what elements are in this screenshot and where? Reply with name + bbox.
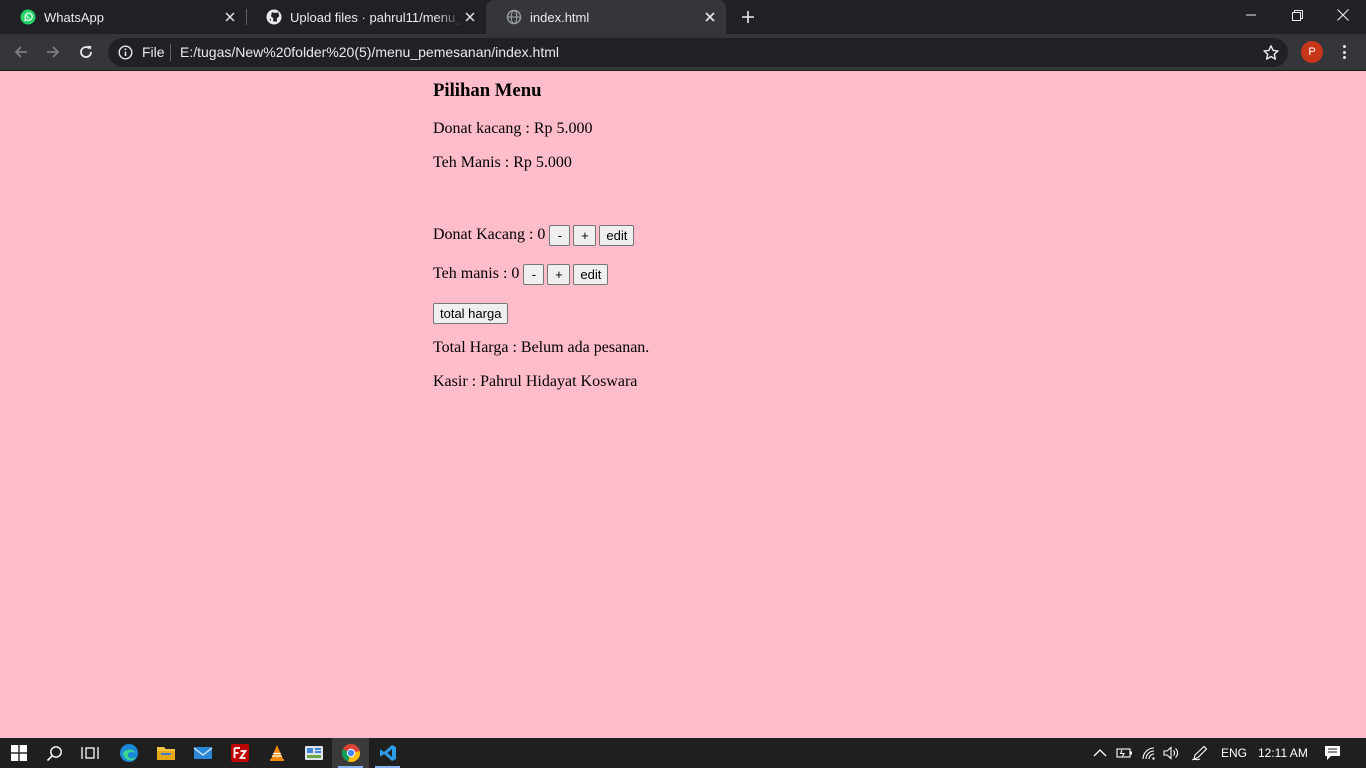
tab-title: WhatsApp bbox=[44, 9, 104, 25]
edge-icon bbox=[119, 744, 138, 762]
chrome-taskbar-button[interactable] bbox=[332, 738, 369, 768]
bookmark-star-icon[interactable] bbox=[1262, 44, 1280, 62]
scheme-label: File bbox=[142, 44, 165, 60]
increase-donat-button[interactable]: + bbox=[573, 224, 597, 246]
tab-github-upload[interactable]: Upload files · pahrul11/menu_pemesanan bbox=[246, 0, 486, 34]
tab-title: index.html bbox=[530, 9, 590, 25]
minimize-button[interactable] bbox=[1228, 0, 1274, 30]
edit-donat-button[interactable]: edit bbox=[599, 224, 635, 246]
filezilla-taskbar-button[interactable] bbox=[221, 738, 258, 768]
clock[interactable]: 12:11 AM bbox=[1258, 738, 1308, 768]
restore-icon bbox=[1291, 9, 1303, 21]
tab-title: Upload files · pahrul11/menu_pemesanan bbox=[290, 9, 462, 25]
volume-button[interactable] bbox=[1163, 738, 1179, 768]
arrow-left-icon bbox=[14, 46, 27, 58]
order-row-teh: Teh manis : 0 - + edit bbox=[433, 263, 609, 285]
new-tab-button[interactable] bbox=[738, 7, 758, 27]
speaker-icon bbox=[1163, 746, 1178, 760]
order-quantity: 0 bbox=[537, 226, 546, 243]
total-harga-text: Total Harga : Belum ada pesanan. bbox=[433, 339, 650, 356]
language-indicator[interactable]: ENG bbox=[1221, 738, 1247, 768]
menu-item-teh: Teh Manis : Rp 5.000 bbox=[433, 154, 572, 171]
total-button-row: total harga bbox=[433, 302, 509, 324]
page-title: Pilihan Menu bbox=[433, 80, 542, 101]
cashier-text: Kasir : Pahrul Hidayat Koswara bbox=[433, 373, 638, 390]
file-explorer-taskbar-button[interactable] bbox=[147, 738, 184, 768]
chevron-up-icon bbox=[1093, 749, 1107, 757]
total-harga-button[interactable]: total harga bbox=[433, 302, 509, 324]
windows-logo-icon bbox=[10, 745, 27, 761]
address-separator bbox=[170, 44, 171, 61]
browser-toolbar: File E:/tugas/New%20folder%20(5)/menu_pe… bbox=[0, 34, 1366, 71]
notification-icon bbox=[1325, 746, 1340, 760]
url-text[interactable]: E:/tugas/New%20folder%20(5)/menu_pemesan… bbox=[180, 44, 559, 60]
address-bar[interactable]: File E:/tugas/New%20folder%20(5)/menu_pe… bbox=[108, 38, 1288, 67]
order-quantity: 0 bbox=[511, 265, 520, 282]
close-tab-icon[interactable] bbox=[462, 9, 478, 25]
edge-taskbar-button[interactable] bbox=[110, 738, 147, 768]
order-row-donat: Donat Kacang : 0 - + edit bbox=[433, 224, 635, 246]
back-button[interactable] bbox=[9, 40, 33, 64]
mail-icon bbox=[193, 747, 212, 759]
tab-strip: WhatsApp Upload files · pahrul11/menu_pe… bbox=[0, 0, 1366, 34]
chrome-icon bbox=[341, 744, 360, 763]
order-label: Donat Kacang : bbox=[433, 226, 538, 243]
battery-button[interactable] bbox=[1116, 738, 1133, 768]
decrease-donat-button[interactable]: - bbox=[549, 224, 571, 246]
task-view-icon bbox=[80, 747, 99, 759]
start-button[interactable] bbox=[0, 738, 37, 768]
search-icon bbox=[46, 745, 62, 761]
folder-icon bbox=[156, 747, 175, 760]
increase-teh-button[interactable]: + bbox=[547, 263, 571, 285]
whatsapp-icon bbox=[20, 9, 36, 25]
show-hidden-icons-button[interactable] bbox=[1093, 738, 1107, 768]
tab-index-html-active[interactable]: index.html bbox=[486, 0, 726, 34]
vlc-taskbar-button[interactable] bbox=[258, 738, 295, 768]
plus-icon bbox=[742, 11, 754, 23]
globe-icon bbox=[506, 9, 522, 25]
close-icon bbox=[1337, 9, 1349, 21]
filezilla-icon bbox=[230, 744, 249, 762]
close-window-button[interactable] bbox=[1320, 0, 1366, 30]
vscode-icon bbox=[379, 745, 396, 761]
wifi-icon bbox=[1142, 747, 1155, 760]
browser-menu-button[interactable] bbox=[1336, 43, 1352, 61]
forward-button[interactable] bbox=[41, 40, 65, 64]
action-center-button[interactable] bbox=[1324, 738, 1341, 768]
edit-teh-button[interactable]: edit bbox=[573, 263, 609, 285]
order-label: Teh manis : bbox=[433, 265, 512, 282]
battery-icon bbox=[1116, 748, 1132, 758]
pen-workspace-button[interactable] bbox=[1191, 738, 1209, 768]
profile-avatar[interactable]: P bbox=[1301, 41, 1323, 63]
arrow-right-icon bbox=[47, 46, 60, 58]
minimize-icon bbox=[1246, 14, 1256, 16]
windows-taskbar: ENG 12:11 AM bbox=[0, 738, 1366, 768]
tab-whatsapp[interactable]: WhatsApp bbox=[0, 0, 246, 34]
close-tab-icon[interactable] bbox=[222, 9, 238, 25]
pen-icon bbox=[1191, 745, 1208, 761]
vlc-icon bbox=[269, 745, 284, 761]
restore-button[interactable] bbox=[1274, 0, 1320, 30]
search-button[interactable] bbox=[36, 738, 73, 768]
github-icon bbox=[266, 9, 282, 25]
close-tab-icon[interactable] bbox=[702, 9, 718, 25]
control-panel-icon bbox=[304, 746, 323, 760]
control-panel-taskbar-button[interactable] bbox=[295, 738, 332, 768]
vscode-taskbar-button[interactable] bbox=[369, 738, 406, 768]
reload-button[interactable] bbox=[74, 40, 98, 64]
decrease-teh-button[interactable]: - bbox=[523, 263, 545, 285]
task-view-button[interactable] bbox=[71, 738, 108, 768]
reload-icon bbox=[80, 45, 92, 58]
mail-taskbar-button[interactable] bbox=[184, 738, 221, 768]
network-button[interactable] bbox=[1141, 738, 1157, 768]
menu-item-donat: Donat kacang : Rp 5.000 bbox=[433, 120, 593, 137]
info-icon[interactable] bbox=[118, 45, 133, 60]
